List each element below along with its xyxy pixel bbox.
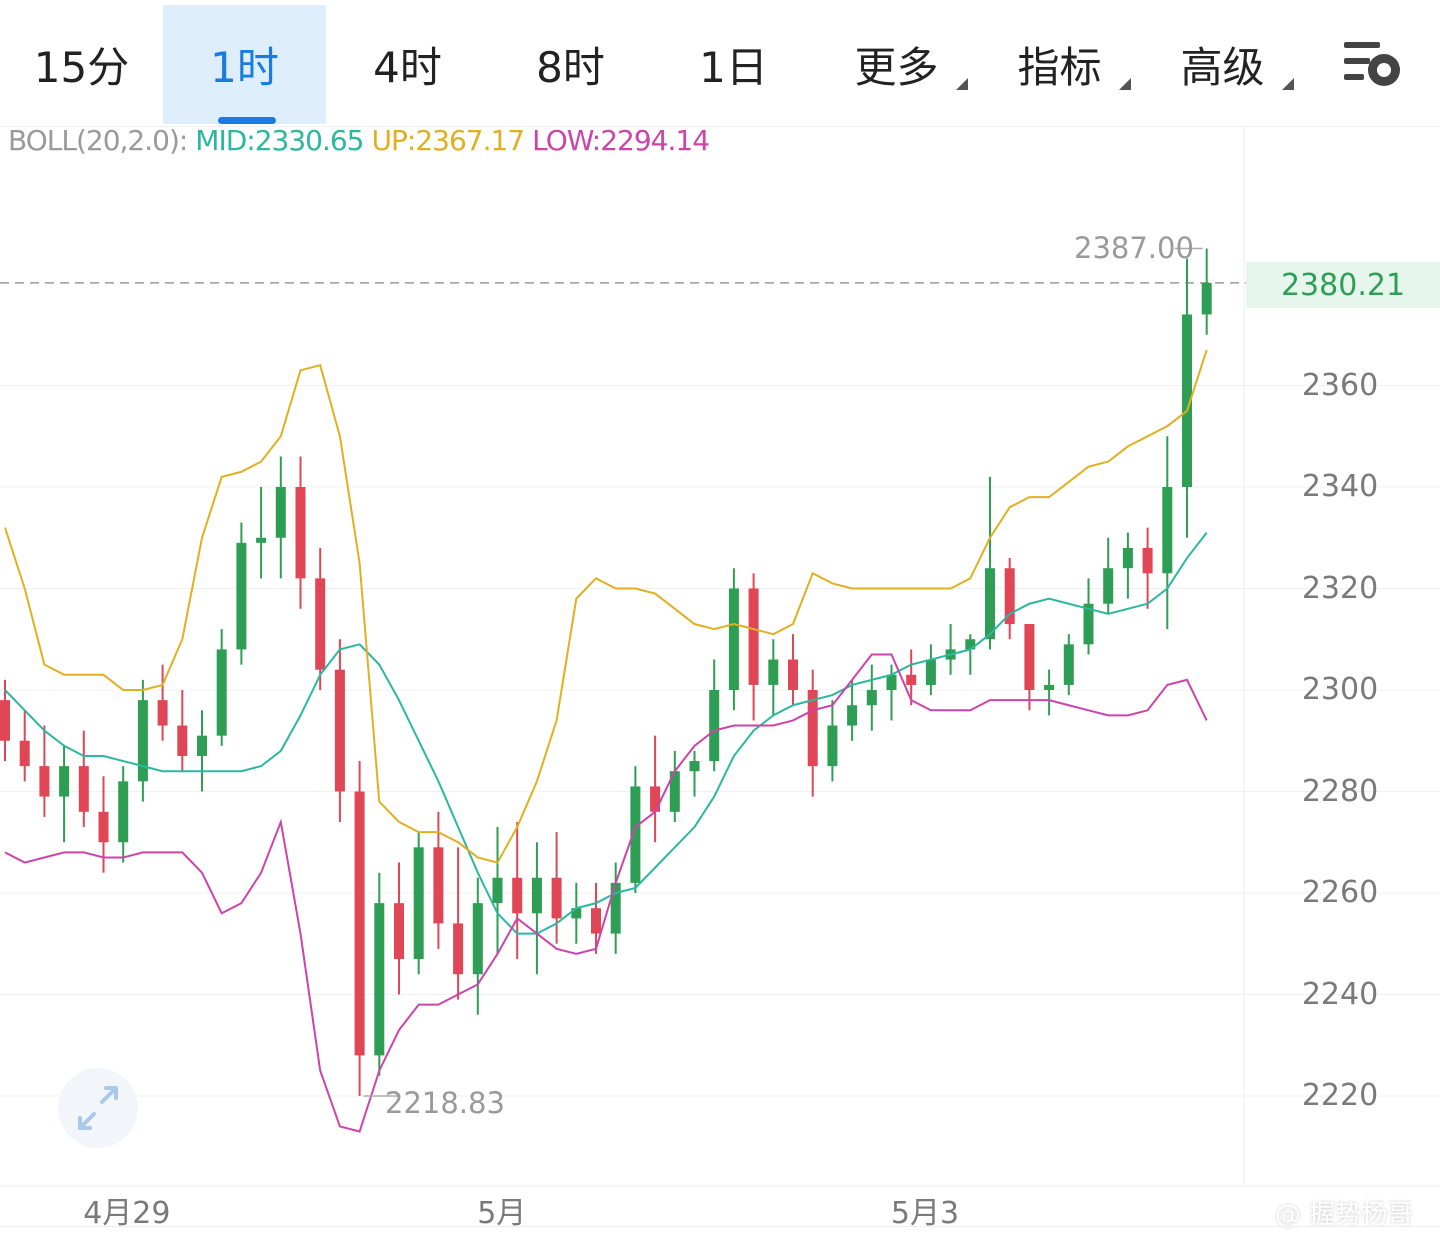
candle-body (177, 725, 188, 756)
candle-body (394, 903, 404, 959)
y-tick-label: 2320 (1301, 570, 1379, 606)
candle-body (1063, 644, 1074, 685)
candle-body (1162, 487, 1173, 574)
expand-arrows-icon[interactable] (58, 1068, 138, 1148)
candle-body (512, 877, 523, 914)
y-tick-label: 2220 (1301, 1078, 1379, 1113)
candle-body (275, 487, 286, 538)
candle-body (847, 705, 858, 726)
y-tick-label: 2300 (1301, 672, 1379, 707)
candle-body (453, 923, 464, 975)
current-price-tag: 2380.21 (1246, 262, 1440, 308)
candle-body (768, 659, 779, 685)
chart-settings-icon[interactable] (1338, 34, 1408, 96)
tab-7[interactable]: 高级 (1141, 5, 1304, 124)
y-tick-label: 2260 (1301, 875, 1379, 910)
candle-body (256, 537, 267, 543)
candle-body (315, 578, 326, 670)
tab-3[interactable]: 8时 (489, 5, 652, 124)
candle-body (551, 877, 562, 919)
candle-body (433, 847, 444, 924)
candle-body (1024, 624, 1035, 690)
candle-body (492, 877, 503, 904)
dropdown-triangle-icon (1282, 78, 1294, 90)
tab-label: 更多 (854, 43, 939, 92)
candle-body (906, 674, 917, 685)
candle-body (236, 542, 247, 650)
tab-label: 8时 (536, 43, 605, 92)
candle-body (1201, 282, 1212, 315)
candle-body (157, 700, 168, 726)
y-tick-label: 2240 (1301, 976, 1379, 1012)
candle-body (216, 649, 227, 736)
candle-body (1004, 568, 1015, 625)
tab-label: 15分 (33, 43, 130, 92)
candle-body (78, 766, 89, 812)
candle-body (59, 766, 70, 797)
tab-label: 指标 (1017, 43, 1102, 92)
candle-body (354, 791, 365, 1056)
low-price-label: 2218.83 (385, 1086, 505, 1120)
candle-body (886, 674, 897, 690)
tab-label: 高级 (1180, 43, 1265, 92)
high-price-label: 2387.00 (1074, 231, 1194, 265)
candle-body (827, 725, 838, 767)
y-tick-label: 2360 (1301, 367, 1379, 403)
tab-1[interactable]: 1时 (163, 5, 326, 124)
tab-0[interactable]: 15分 (0, 5, 163, 124)
candle-body (610, 882, 621, 934)
candle-body (925, 659, 936, 685)
candle-body (197, 735, 207, 756)
dropdown-triangle-icon (956, 78, 968, 90)
dropdown-triangle-icon (1119, 78, 1131, 90)
candle-body (788, 659, 798, 690)
tab-5[interactable]: 更多 (815, 5, 978, 124)
candle-body (866, 690, 877, 706)
candle-body (748, 588, 759, 685)
tab-label: 1时 (210, 43, 279, 92)
timeframe-tabs: 15分 1时 4时 8时 1日 更多 指标 高级 (0, 0, 1440, 127)
candle-body (728, 588, 739, 690)
candle-body (650, 786, 661, 812)
candle-body (374, 903, 385, 1056)
active-tab-indicator (218, 117, 276, 124)
macd-panel-edge (0, 1226, 1440, 1238)
candlestick-chart[interactable] (0, 126, 1440, 1237)
tab-label: 4时 (373, 43, 442, 92)
tab-2[interactable]: 4时 (326, 5, 489, 124)
candle-body (985, 568, 995, 640)
candle-body (1103, 568, 1114, 604)
candle-body (137, 700, 148, 782)
candle-body (0, 700, 10, 741)
candle-body (334, 669, 345, 792)
candle-body (295, 487, 306, 579)
tab-label: 1日 (699, 43, 768, 92)
tab-6[interactable]: 指标 (978, 5, 1141, 124)
y-tick-label: 2340 (1301, 469, 1379, 504)
candle-body (531, 877, 542, 914)
candle-body (689, 761, 700, 772)
candle-body (1044, 684, 1055, 690)
candle-body (19, 740, 30, 767)
tab-4[interactable]: 1日 (652, 5, 815, 124)
candle-body (472, 903, 483, 975)
candle-body (98, 811, 109, 843)
candle-body (709, 690, 720, 762)
candle-body (1122, 547, 1133, 569)
candle-body (413, 847, 424, 959)
candle-body (118, 781, 129, 843)
y-tick-label: 2280 (1301, 773, 1379, 809)
candle-body (39, 766, 50, 797)
candle-body (1142, 547, 1153, 574)
candle-body (591, 908, 601, 934)
